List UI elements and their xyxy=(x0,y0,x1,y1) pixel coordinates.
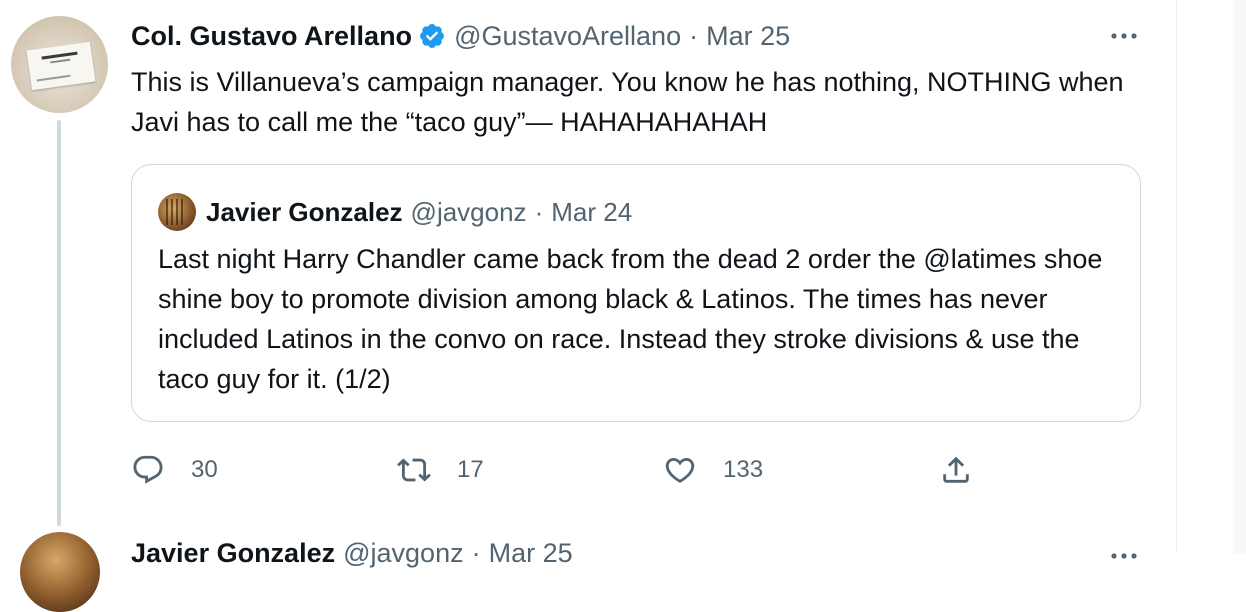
verified-badge-icon xyxy=(418,22,446,50)
right-sidebar-edge xyxy=(1176,0,1246,554)
tweet-actions-bar: 30 17 133 xyxy=(131,450,991,490)
author-handle[interactable]: @GustavoArellano xyxy=(454,21,681,52)
thread-connector-line xyxy=(57,120,61,526)
author-avatar[interactable] xyxy=(11,16,108,113)
separator-dot: · xyxy=(534,196,544,227)
more-options-icon[interactable] xyxy=(1108,26,1140,46)
quoted-author-handle: @javgonz xyxy=(410,196,527,227)
quoted-tweet-card[interactable]: Javier Gonzalez @javgonz · Mar 24 Last n… xyxy=(131,164,1141,422)
quoted-tweet-date: Mar 24 xyxy=(551,196,633,227)
like-button[interactable]: 133 xyxy=(663,450,763,490)
more-options-icon[interactable] xyxy=(1108,546,1140,566)
retweet-count: 17 xyxy=(457,456,484,483)
quoted-tweet-text: Last night Harry Chandler came back from… xyxy=(158,244,1103,394)
separator-dot: · xyxy=(689,20,699,51)
retweet-icon xyxy=(397,458,431,482)
tweet-date[interactable]: Mar 25 xyxy=(706,21,790,52)
reply-icon xyxy=(133,455,163,484)
retweet-button[interactable]: 17 xyxy=(397,450,484,490)
avatar-business-card-image xyxy=(26,41,96,91)
quoted-author-name: Javier Gonzalez xyxy=(206,196,403,227)
quoted-author-avatar xyxy=(158,193,196,231)
share-icon xyxy=(943,456,969,483)
reply-count: 30 xyxy=(191,456,218,483)
reply-button[interactable]: 30 xyxy=(131,450,218,490)
tweet-header: Col. Gustavo Arellano @GustavoArellano ·… xyxy=(131,18,790,54)
author-display-name[interactable]: Col. Gustavo Arellano xyxy=(131,21,412,52)
like-icon xyxy=(665,457,695,483)
share-button[interactable] xyxy=(939,450,973,490)
like-count: 133 xyxy=(723,456,764,483)
next-tweet-avatar[interactable] xyxy=(20,532,100,612)
tweet-text: This is Villanueva’s campaign manager. Y… xyxy=(131,67,1124,137)
quoted-tweet-header: Javier Gonzalez @javgonz · Mar 24 xyxy=(158,193,632,231)
scrollbar-track[interactable] xyxy=(1233,0,1246,554)
